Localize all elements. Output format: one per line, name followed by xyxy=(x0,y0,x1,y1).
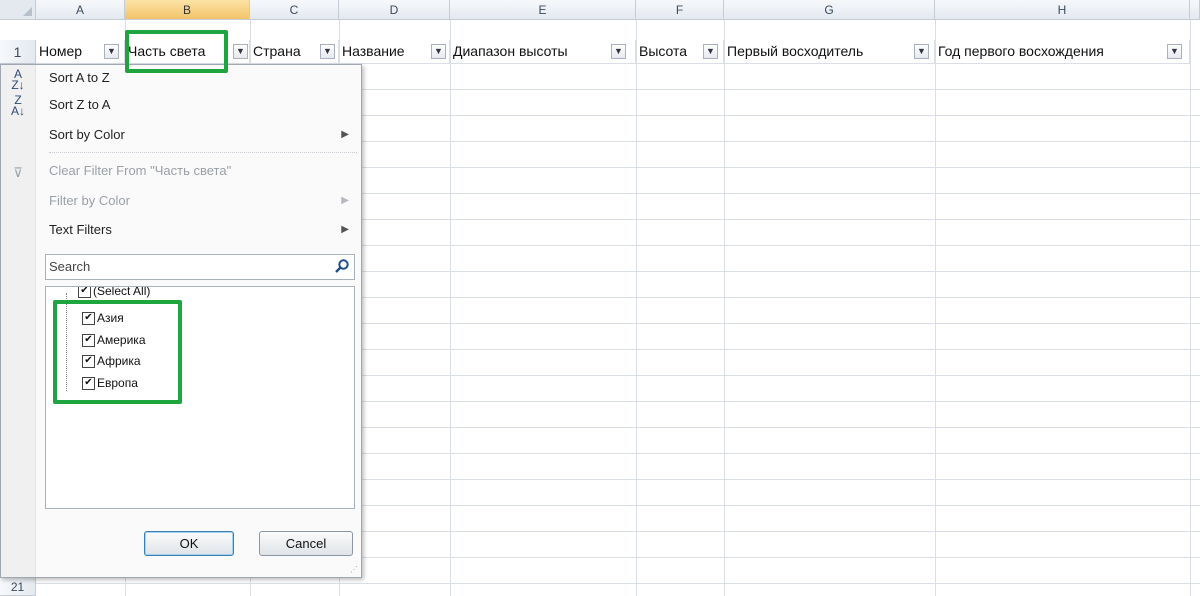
gridline xyxy=(1190,20,1191,596)
cancel-button[interactable]: Cancel xyxy=(259,531,353,556)
filter-dropdown-button[interactable]: ▼ xyxy=(611,44,626,59)
filter-by-color-item[interactable]: Filter by Color ▶ xyxy=(35,188,361,214)
row-header-21[interactable]: 21 xyxy=(0,578,36,596)
filter-dropdown-button[interactable]: ▼ xyxy=(914,44,929,59)
sort-z-to-a-item[interactable]: Sort Z to A xyxy=(35,92,361,118)
column-header-a[interactable]: A xyxy=(36,0,125,20)
checkbox-checked-icon: ✔ xyxy=(78,287,91,299)
search-input[interactable]: Search xyxy=(45,254,355,280)
sort-by-color-item[interactable]: Sort by Color ▶ xyxy=(35,122,361,148)
row-header-1[interactable]: 1 xyxy=(0,40,36,64)
select-all-corner[interactable] xyxy=(0,0,36,20)
filter-dropdown-button[interactable]: ▼ xyxy=(320,44,335,59)
column-header-c[interactable]: C xyxy=(250,0,339,20)
gridline xyxy=(636,20,637,596)
filter-dropdown-button-active[interactable]: ▼ xyxy=(233,44,248,59)
header-cell-height-range[interactable]: Диапазон высоты xyxy=(450,40,636,64)
submenu-arrow-icon: ▶ xyxy=(341,224,349,235)
menu-separator xyxy=(49,152,357,153)
search-placeholder: Search xyxy=(49,259,91,274)
menu-item-label: Filter by Color xyxy=(49,193,130,208)
menu-item-label: Clear Filter From "Часть света" xyxy=(49,163,232,178)
header-text: Первый восходитель xyxy=(727,43,864,59)
filter-dropdown-button[interactable]: ▼ xyxy=(104,44,119,59)
header-text: Номер xyxy=(39,43,83,59)
header-cell-first-ascent-year[interactable]: Год первого восхождения xyxy=(935,40,1190,64)
column-header-e[interactable]: E xyxy=(450,0,636,20)
header-text: Название xyxy=(342,43,405,59)
clear-filter-item[interactable]: Clear Filter From "Часть света" xyxy=(35,158,361,184)
clear-filter-icon: ⊽ xyxy=(13,165,23,180)
filter-dropdown-button[interactable]: ▼ xyxy=(703,44,718,59)
ok-button[interactable]: OK xyxy=(144,531,234,556)
column-header-g[interactable]: G xyxy=(724,0,935,20)
text-filters-item[interactable]: Text Filters ▶ xyxy=(35,217,361,243)
resize-grip-icon[interactable]: ⋰ xyxy=(350,565,358,574)
sort-ascending-icon: A Z↓ xyxy=(11,67,25,92)
submenu-arrow-icon: ▶ xyxy=(341,195,349,206)
header-text: Год первого восхождения xyxy=(938,43,1104,59)
header-text: Страна xyxy=(253,43,301,59)
menu-item-label: Sort Z to A xyxy=(49,97,111,112)
gridline xyxy=(450,20,451,596)
header-text: Диапазон высоты xyxy=(453,43,568,59)
gridline xyxy=(724,20,725,596)
menu-icon-gutter xyxy=(1,65,36,577)
search-icon[interactable] xyxy=(334,258,350,274)
header-cell-first-climber[interactable]: Первый восходитель xyxy=(724,40,935,64)
gridline xyxy=(935,20,936,596)
column-header-i[interactable] xyxy=(1190,0,1200,20)
submenu-arrow-icon: ▶ xyxy=(341,129,349,140)
checkbox-label: (Select All) xyxy=(93,286,151,298)
select-all-checkbox[interactable]: ✔ (Select All) xyxy=(78,286,151,301)
highlight-box-filter-values xyxy=(53,300,182,404)
column-header-b[interactable]: B xyxy=(125,0,250,20)
filter-dropdown-button[interactable]: ▼ xyxy=(431,44,446,59)
column-header-d[interactable]: D xyxy=(339,0,450,20)
column-header-f[interactable]: F xyxy=(636,0,724,20)
menu-item-label: Sort A to Z xyxy=(49,70,110,85)
filter-dropdown-button[interactable]: ▼ xyxy=(1167,44,1182,59)
menu-item-label: Sort by Color xyxy=(49,127,125,142)
highlight-box-column-header xyxy=(125,30,228,73)
column-header-h[interactable]: H xyxy=(935,0,1190,20)
header-text: Высота xyxy=(639,43,688,59)
sort-descending-icon: Z A↓ xyxy=(10,93,25,118)
menu-item-label: Text Filters xyxy=(49,222,112,237)
